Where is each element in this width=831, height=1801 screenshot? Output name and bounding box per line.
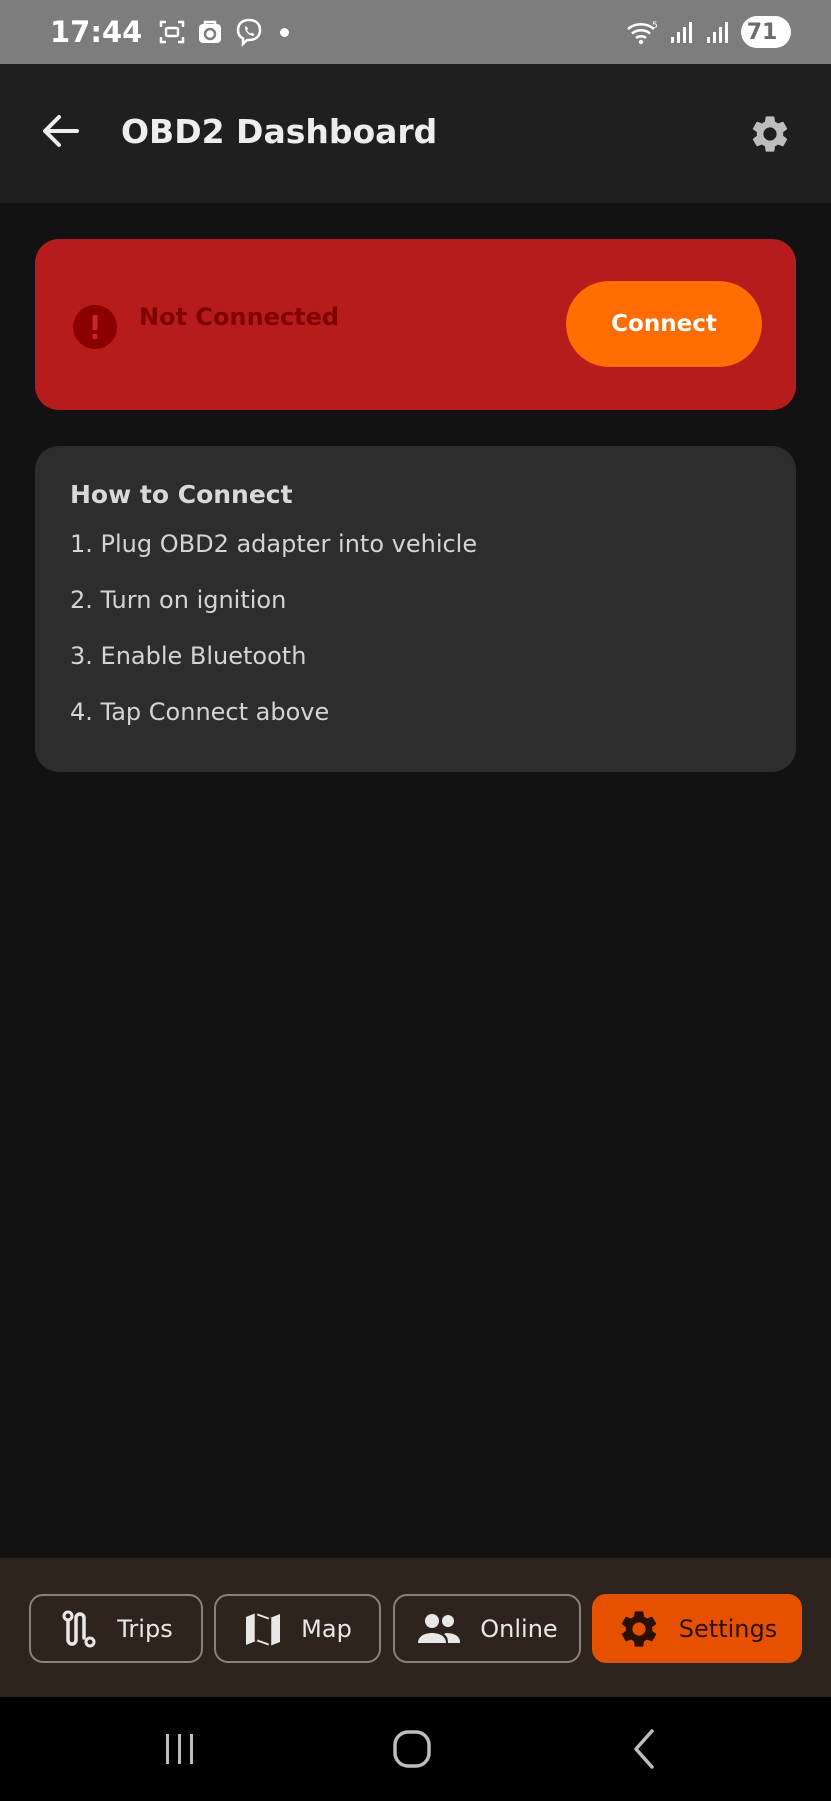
connect-button[interactable]: Connect: [566, 281, 762, 367]
nav-online-button[interactable]: Online: [393, 1594, 581, 1663]
back-button[interactable]: [36, 106, 86, 156]
how-to-connect-card: How to Connect 1. Plug OBD2 adapter into…: [35, 446, 796, 772]
system-back-button[interactable]: [614, 1727, 674, 1771]
store-icon: [196, 18, 224, 46]
viber-icon: [234, 17, 264, 47]
recents-icon: [166, 1734, 193, 1764]
howto-step: 3. Enable Bluetooth: [70, 642, 307, 670]
nav-map-button[interactable]: Map: [214, 1594, 381, 1663]
svg-text:5: 5: [652, 21, 658, 31]
battery-indicator: 71: [741, 16, 791, 48]
wifi-icon: 5: [625, 18, 659, 46]
arrow-left-icon: [43, 115, 79, 147]
alert-circle-icon: [73, 305, 117, 349]
map-icon: [246, 1612, 281, 1646]
signal-icon: [669, 19, 695, 45]
system-navigation-bar: [0, 1697, 831, 1801]
nav-map-label: Map: [301, 1614, 352, 1643]
connection-status-card: Not Connected Connect: [35, 239, 796, 410]
howto-step: 1. Plug OBD2 adapter into vehicle: [70, 530, 478, 558]
status-right: 5 71: [625, 16, 791, 48]
route-icon: [62, 1610, 96, 1647]
dot-icon: [280, 27, 290, 37]
connection-status-text: Not Connected: [139, 303, 340, 331]
status-time: 17:44: [50, 15, 143, 49]
page-title: OBD2 Dashboard: [121, 112, 438, 151]
status-left: 17:44: [50, 15, 290, 49]
screenshot-icon: [158, 18, 186, 46]
nav-trips-button[interactable]: Trips: [29, 1594, 203, 1663]
app-bar: OBD2 Dashboard: [0, 64, 831, 203]
how-to-connect-title: How to Connect: [70, 480, 293, 509]
gear-icon: [621, 1610, 656, 1647]
howto-step: 4. Tap Connect above: [70, 698, 330, 726]
home-icon: [393, 1730, 431, 1768]
bottom-navigation: Trips Map Online Settings: [0, 1558, 831, 1697]
signal-icon-2: [705, 19, 731, 45]
nav-settings-label: Settings: [678, 1614, 778, 1643]
howto-step: 2. Turn on ignition: [70, 586, 287, 614]
chevron-left-icon: [634, 1729, 654, 1769]
nav-online-label: Online: [480, 1614, 558, 1643]
people-icon: [418, 1613, 461, 1643]
settings-button[interactable]: [745, 109, 795, 159]
recents-button[interactable]: [150, 1727, 210, 1771]
nav-trips-label: Trips: [117, 1614, 173, 1643]
status-bar: 17:44 5 71: [0, 0, 831, 64]
home-button[interactable]: [382, 1727, 442, 1771]
nav-settings-button[interactable]: Settings: [592, 1594, 802, 1663]
gear-icon: [752, 116, 788, 152]
